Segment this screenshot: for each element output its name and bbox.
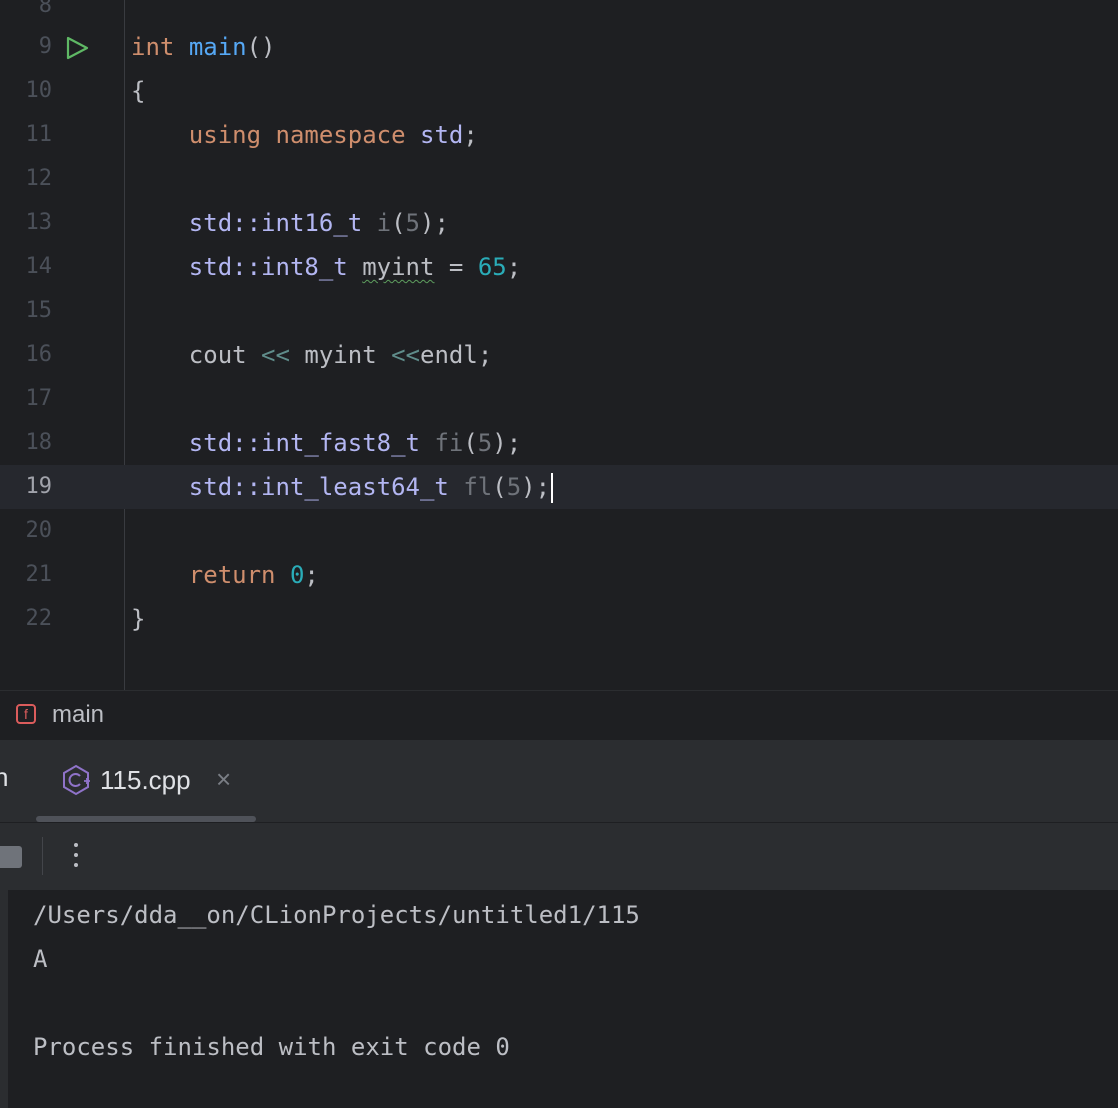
type-name: std::int_fast8_t bbox=[188, 429, 420, 457]
line-number: 11 bbox=[25, 122, 53, 147]
console-line: /Users/dda__on/CLionProjects/untitled1/1… bbox=[33, 901, 640, 929]
identifier: endl; bbox=[420, 341, 493, 369]
code-line[interactable]: 16 cout << myint <<endl; bbox=[0, 333, 1118, 377]
variable: i bbox=[376, 209, 392, 237]
punctuation: ); bbox=[420, 209, 449, 237]
code-line-current[interactable]: 19 std::int_least64_t fl(5); bbox=[0, 465, 1118, 509]
code-line[interactable]: 17 bbox=[0, 377, 1118, 421]
variable: fl bbox=[463, 473, 493, 501]
code-line[interactable]: 15 bbox=[0, 289, 1118, 333]
tab-label: 115.cpp bbox=[100, 765, 191, 795]
cpp-file-icon bbox=[63, 764, 90, 796]
more-vertical-icon[interactable] bbox=[62, 835, 90, 875]
code-text: std::int8_t myint = 65; bbox=[131, 245, 521, 289]
code-text: using namespace std; bbox=[131, 113, 478, 157]
code-line[interactable]: 11 using namespace std; bbox=[0, 113, 1118, 157]
code-line[interactable]: 10 { bbox=[0, 69, 1118, 113]
number-literal: 5 bbox=[405, 209, 420, 237]
code-editor[interactable]: 8 9 int main() 10 { 11 using namespace s… bbox=[0, 0, 1118, 690]
code-text: } bbox=[131, 605, 146, 633]
keyword: return bbox=[188, 561, 276, 589]
punctuation: ); bbox=[492, 429, 522, 457]
punctuation: ( bbox=[463, 429, 478, 457]
run-tab-bar: n 115.cpp × bbox=[0, 740, 1118, 823]
line-number: 17 bbox=[25, 386, 53, 411]
line-number: 16 bbox=[25, 342, 53, 367]
line-number: 8 bbox=[38, 0, 52, 18]
operator: << bbox=[391, 341, 421, 369]
number-literal: 0 bbox=[289, 561, 305, 589]
console-output[interactable]: /Users/dda__on/CLionProjects/untitled1/1… bbox=[0, 890, 1118, 1108]
line-number: 9 bbox=[38, 34, 52, 59]
line-number: 10 bbox=[25, 78, 53, 103]
number-literal: 65 bbox=[477, 253, 507, 281]
code-text: return 0; bbox=[131, 553, 319, 597]
namespace: std bbox=[420, 121, 464, 149]
line-number: 13 bbox=[25, 210, 53, 235]
punctuation: ; bbox=[463, 121, 478, 149]
punctuation: ; bbox=[304, 561, 319, 589]
identifier: myint bbox=[304, 341, 377, 369]
punctuation: ; bbox=[506, 253, 522, 281]
line-number: 19 bbox=[25, 474, 53, 499]
line-number: 20 bbox=[25, 518, 53, 543]
run-toolbar bbox=[0, 823, 1118, 890]
run-icon[interactable] bbox=[64, 35, 90, 61]
code-line[interactable]: 21 return 0; bbox=[0, 553, 1118, 597]
console-scroll-edge bbox=[0, 890, 8, 1108]
code-line[interactable]: 18 std::int_fast8_t fi(5); bbox=[0, 421, 1118, 465]
identifier: cout bbox=[188, 341, 247, 369]
code-line[interactable]: 20 bbox=[0, 509, 1118, 553]
variable: fi bbox=[434, 429, 464, 457]
function-name: main bbox=[188, 33, 247, 61]
tab-partial[interactable]: n bbox=[0, 762, 8, 793]
console-line: A bbox=[33, 945, 48, 973]
punctuation: ); bbox=[521, 473, 551, 501]
type-name: std::int16_t bbox=[188, 209, 363, 237]
keyword: using bbox=[188, 121, 262, 149]
code-text: int main() bbox=[131, 25, 276, 69]
type-name: std::int_least64_t bbox=[188, 473, 449, 501]
code-line[interactable]: 12 bbox=[0, 157, 1118, 201]
punctuation: ( bbox=[391, 209, 406, 237]
text-caret bbox=[551, 473, 554, 503]
number-literal: 5 bbox=[506, 473, 522, 501]
code-text: { bbox=[131, 77, 146, 105]
line-number: 21 bbox=[25, 562, 53, 587]
type-name: std::int8_t bbox=[188, 253, 348, 281]
operator: = bbox=[448, 253, 464, 281]
console-line: Process finished with exit code 0 bbox=[33, 1033, 510, 1061]
toolbar-divider bbox=[42, 837, 43, 875]
close-icon[interactable]: × bbox=[216, 764, 231, 795]
code-text: std::int16_t i(5); bbox=[131, 201, 449, 245]
tab-selected-indicator bbox=[36, 816, 256, 822]
line-number: 12 bbox=[25, 166, 53, 191]
number-literal: 5 bbox=[477, 429, 493, 457]
stop-icon[interactable] bbox=[0, 846, 22, 868]
code-line[interactable]: 22 } bbox=[0, 597, 1118, 641]
line-number: 14 bbox=[25, 254, 53, 279]
line-number: 15 bbox=[25, 298, 53, 323]
code-line[interactable]: 13 std::int16_t i(5); bbox=[0, 201, 1118, 245]
punctuation: ( bbox=[492, 473, 507, 501]
operator: << bbox=[261, 341, 290, 369]
breadcrumb[interactable]: f main bbox=[0, 690, 1118, 741]
keyword: int bbox=[131, 33, 175, 61]
line-number: 18 bbox=[25, 430, 53, 455]
keyword: namespace bbox=[275, 121, 406, 149]
line-number: 22 bbox=[25, 606, 53, 631]
variable-warning[interactable]: myint bbox=[362, 253, 434, 281]
function-icon: f bbox=[16, 704, 36, 724]
code-text: cout << myint <<endl; bbox=[131, 333, 492, 377]
code-line[interactable]: 8 bbox=[0, 0, 1118, 28]
code-text: std::int_least64_t fl(5); bbox=[131, 465, 554, 509]
code-line[interactable]: 9 int main() bbox=[0, 25, 1118, 69]
punctuation: () bbox=[246, 33, 276, 61]
breadcrumb-label[interactable]: main bbox=[52, 701, 104, 729]
code-line[interactable]: 14 std::int8_t myint = 65; bbox=[0, 245, 1118, 289]
code-text: std::int_fast8_t fi(5); bbox=[131, 421, 521, 465]
